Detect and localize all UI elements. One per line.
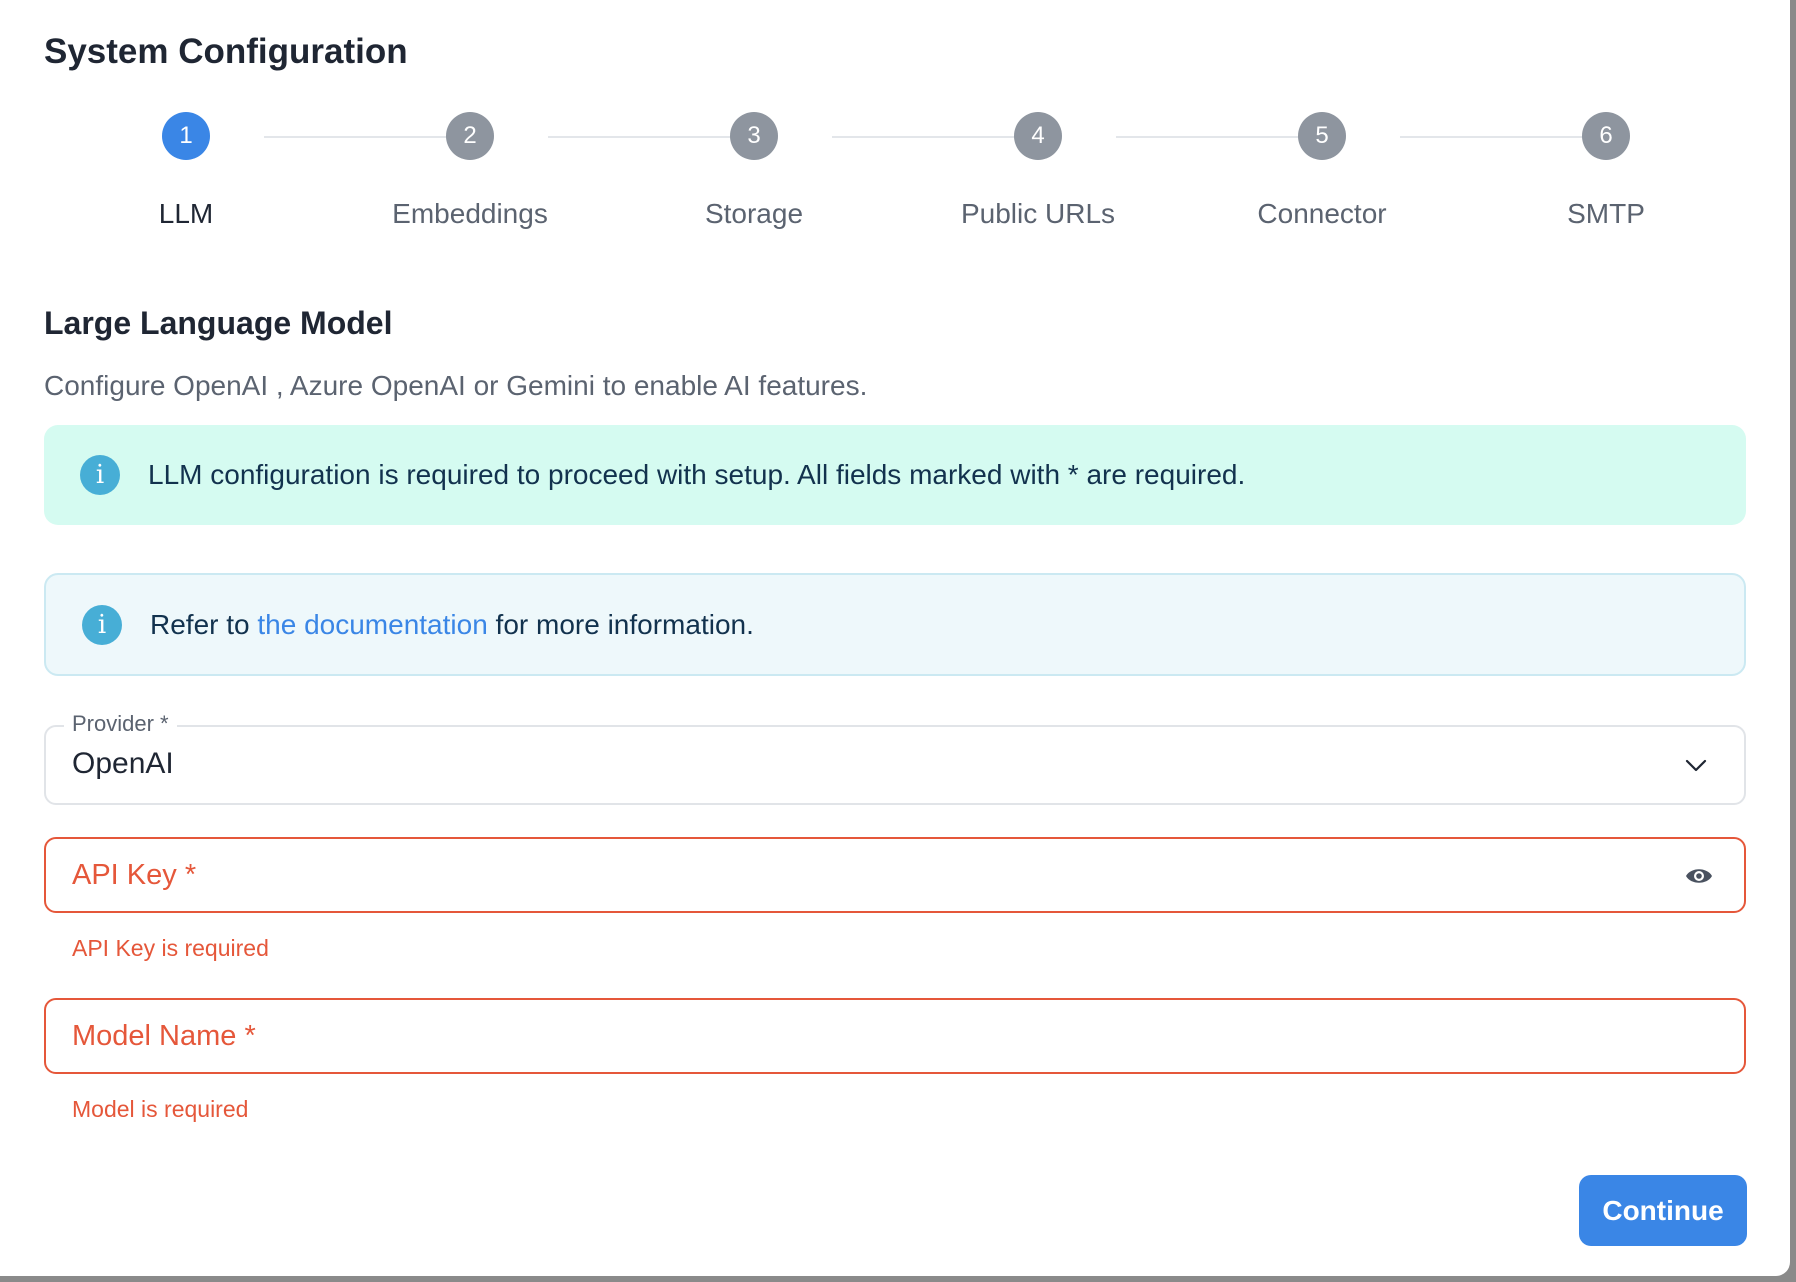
dialog-title: System Configuration [44, 32, 408, 71]
provider-select[interactable]: Provider * OpenAI [44, 711, 1746, 805]
model-name-placeholder: Model Name * [72, 1020, 256, 1052]
step-label: Public URLs [960, 198, 1116, 229]
eye-icon[interactable] [1684, 863, 1714, 889]
info-icon: i [80, 455, 120, 495]
alert-suffix: for more information. [487, 608, 754, 640]
step-label: Storage [704, 198, 804, 229]
step-number: 4 [1014, 112, 1062, 160]
step-number: 5 [1298, 112, 1346, 160]
info-icon: i [82, 604, 122, 645]
alert-prefix: Refer to [150, 608, 258, 640]
model-name-input[interactable]: Model Name * [44, 998, 1746, 1074]
step-label: LLM [158, 198, 214, 229]
section-description: Configure OpenAI , Azure OpenAI or Gemin… [44, 370, 868, 401]
provider-value: OpenAI [72, 747, 174, 780]
step-smtp[interactable]: 6 SMTP [1464, 112, 1748, 242]
step-label: Connector [1257, 198, 1387, 229]
system-configuration-dialog: System Configuration 1 LLM 2 Embeddings … [0, 0, 1790, 1276]
api-key-input[interactable]: API Key * [44, 837, 1746, 913]
step-storage[interactable]: 3 Storage [612, 112, 896, 242]
continue-button[interactable]: Continue [1579, 1175, 1747, 1246]
step-number: 3 [730, 112, 778, 160]
alert-text: LLM configuration is required to proceed… [148, 459, 1246, 490]
api-key-error: API Key is required [72, 935, 269, 961]
documentation-link[interactable]: the documentation [257, 609, 487, 640]
alert-text: Refer to the documentation for more info… [150, 609, 754, 641]
step-llm[interactable]: 1 LLM [44, 112, 328, 242]
provider-label: Provider * [64, 711, 177, 737]
required-alert: i LLM configuration is required to proce… [44, 425, 1746, 525]
step-number: 1 [162, 112, 210, 160]
step-embeddings[interactable]: 2 Embeddings [328, 112, 612, 242]
step-label: SMTP [1567, 198, 1645, 229]
step-number: 6 [1582, 112, 1630, 160]
documentation-alert: i Refer to the documentation for more in… [44, 573, 1746, 676]
section-title: Large Language Model [44, 305, 393, 341]
chevron-down-icon [1685, 759, 1707, 772]
step-public-urls[interactable]: 4 Public URLs [896, 112, 1180, 242]
step-label: Embeddings [392, 198, 548, 229]
step-connector-config[interactable]: 5 Connector [1180, 112, 1464, 242]
model-name-error: Model is required [72, 1096, 249, 1122]
step-number: 2 [446, 112, 494, 160]
stepper: 1 LLM 2 Embeddings 3 Storage 4 Public UR… [44, 112, 1746, 242]
api-key-placeholder: API Key * [72, 859, 197, 891]
